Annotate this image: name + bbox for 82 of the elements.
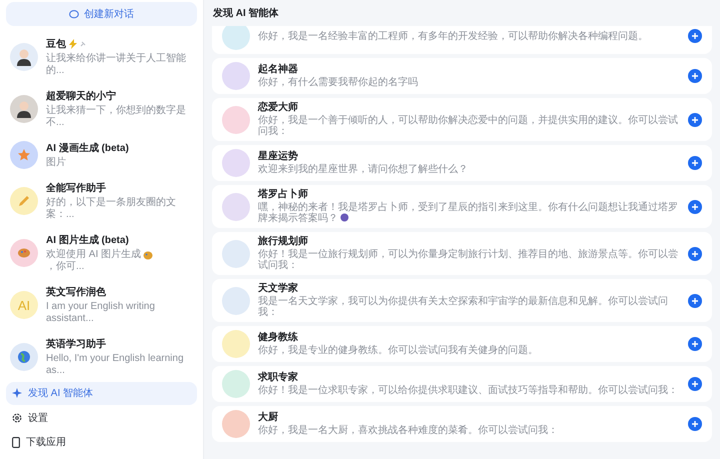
agent-description: 你好，我是专业的健身教练。你可以尝试问我有关健身的问题。 (258, 345, 539, 356)
add-button[interactable] (688, 417, 702, 431)
chat-title: 全能写作助手 (46, 182, 106, 196)
agent-description: 你好，有什么需要我帮你起的名字吗 (258, 77, 419, 88)
chat-title: 英语学习助手 (46, 338, 106, 352)
chat-title: AI 图片生成 (beta) (46, 234, 129, 248)
chat-preview: I am your English writing assistant... (46, 301, 156, 326)
plus-icon (691, 72, 699, 80)
agent-name: 起名神器 (258, 64, 299, 76)
agent-description: 你好！我是一位旅行规划师，可以为你量身定制旅行计划、推荐目的地、旅游景点等。你可以尝试问我： (258, 249, 679, 271)
agent-card[interactable]: 塔罗占卜师 嘿，神秘的来者！我是塔罗占卜师，受到了星辰的指引来到这里。你有什么问题想让我通过塔罗牌来揭示答案吗？ (212, 185, 712, 228)
add-button[interactable] (688, 294, 702, 308)
agent-card[interactable]: 天文学家 我是一名天文学家，我可以为你提供有关太空探索和宇宙学的最新信息和见解。你可以尝试问我： (212, 279, 712, 322)
chat-title: 英文写作润色 (46, 285, 106, 300)
agent-name: 旅行规划师 (258, 236, 309, 248)
palette-icon (143, 250, 154, 260)
plus-icon (691, 159, 699, 167)
chat-item[interactable]: 英语学习助手 Hello, I'm your English learning as... (6, 332, 197, 382)
agent-description: 嘿，神秘的来者！我是塔罗占卜师，受到了星辰的指引来到这里。你有什么问题想让我通过塔罗牌来揭示答案吗？ (258, 202, 679, 224)
chat-preview: ，你可... (46, 261, 84, 274)
agent-description: 你好，我是一名大厨，喜欢挑战各种难度的菜肴。你可以尝试问我： (258, 425, 559, 436)
agent-name: 塔罗占卜师 (258, 189, 309, 201)
agent-card[interactable]: 旅行规划师 你好！我是一位旅行规划师，可以为你量身定制旅行计划、推荐目的地、旅游景点等。你可以尝试问我： (212, 232, 712, 275)
agent-card[interactable]: 恋爱大师 你好，我是一个善于倾听的人，可以帮助你解决恋爱中的问题，并提供实用的建议。你可以尝试问我： (212, 98, 712, 141)
chat-title: 豆包 (46, 38, 66, 52)
add-button[interactable] (688, 156, 702, 170)
agent-description: 你好！我是一位求职专家，可以给你提供求职建议、面试技巧等指导和帮助。你可以尝试问我： (258, 385, 679, 396)
chat-item[interactable]: 豆包 让我来给你讲一讲关于人工智能的... (6, 32, 197, 82)
add-button[interactable] (688, 337, 702, 351)
add-button[interactable] (688, 377, 702, 391)
add-button[interactable] (688, 200, 702, 214)
agent-description: 你好，我是一名经验丰富的工程师，有多年的开发经验，可以帮助你解决各种编程问题。 (258, 30, 649, 42)
agent-description: 欢迎来到我的星座世界，请问你想了解些什么？ (258, 164, 469, 175)
agent-description: 我是一名天文学家，我可以为你提供有关太空探索和宇宙学的最新信息和见解。你可以尝试问我： (258, 296, 669, 318)
plus-icon (691, 32, 699, 40)
agent-description: 你好，我是一个善于倾听的人，可以帮助你解决恋爱中的问题，并提供实用的建议。你可以尝试问我： (258, 115, 679, 137)
agent-name: 天文学家 (258, 283, 299, 295)
agent-name: 健身教练 (258, 332, 299, 344)
nav-item[interactable]: 设置 (6, 406, 197, 429)
agent-card[interactable]: 星座运势 欢迎来到我的星座世界，请问你想了解些什么？ (212, 145, 712, 181)
chat-item[interactable]: 全能写作助手 好的，以下是一条朋友圈的文案：... (6, 176, 197, 226)
plus-icon (691, 116, 699, 124)
chat-bubble-icon (69, 10, 79, 19)
agent-card[interactable]: 大厨 你好，我是一名大厨，喜欢挑战各种难度的菜肴。你可以尝试问我： (212, 406, 712, 442)
agent-name: 星座运势 (258, 151, 299, 163)
chat-item[interactable]: AI 英文写作润色 I am your English writing assistant... (6, 280, 197, 330)
plus-icon (691, 380, 699, 388)
chat-preview: 图片 (46, 157, 67, 170)
chat-item[interactable]: AI 图片生成 (beta) 欢迎使用 AI 图片生成 ，你可... (6, 228, 197, 278)
add-button[interactable] (688, 246, 702, 260)
new-chat-button[interactable]: 创建新对话 (6, 2, 197, 26)
chat-title: 超爱聊天的小宁 (46, 89, 116, 104)
plus-icon (691, 296, 699, 304)
agent-name: 恋爱大师 (258, 102, 299, 114)
chat-preview: 让我来猜一下，你想到的数字是不... (46, 105, 187, 130)
chat-item[interactable]: 超爱聊天的小宁 让我来猜一下，你想到的数字是不... (6, 84, 197, 134)
plus-icon (691, 420, 699, 428)
phone-icon (12, 436, 20, 448)
agent-card[interactable]: 求职专家 你好！我是一位求职专家，可以给你提供求职建议、面试技巧等指导和帮助。你可以尝试问我： (212, 366, 712, 402)
plus-icon (691, 202, 699, 210)
agent-name: 求职专家 (258, 372, 299, 384)
chat-preview: 欢迎使用 AI 图片生成 (46, 249, 142, 261)
agent-card[interactable]: 健身教练 你好，我是专业的健身教练。你可以尝试问我有关健身的问题。 (212, 326, 712, 362)
add-button[interactable] (688, 69, 702, 83)
plus-icon (691, 340, 699, 348)
chat-item[interactable]: AI 漫画生成 (beta) 图片 (6, 136, 197, 174)
chat-preview: 让我来给你讲一讲关于人工智能的... (46, 53, 187, 78)
settings-icon (12, 412, 22, 423)
chat-preview: Hello, I'm your English learning as... (46, 353, 185, 378)
pin-icon (80, 41, 86, 48)
nav-item[interactable]: 发现 AI 智能体 (6, 382, 197, 405)
agent-name: 大厨 (258, 412, 279, 424)
add-button[interactable] (688, 29, 702, 43)
lightning-icon (69, 39, 77, 50)
avatar: AI (10, 291, 38, 320)
nav-item[interactable]: 下载应用 (6, 430, 197, 454)
chat-title: AI 漫画生成 (beta) (46, 142, 129, 156)
chat-preview: 好的，以下是一条朋友圈的文案：... (46, 197, 177, 222)
add-button[interactable] (688, 112, 702, 126)
plus-icon (691, 250, 699, 258)
sparkle-icon (12, 388, 22, 398)
agent-card[interactable]: 起名神器 你好，有什么需要我帮你起的名字吗 (212, 58, 712, 94)
